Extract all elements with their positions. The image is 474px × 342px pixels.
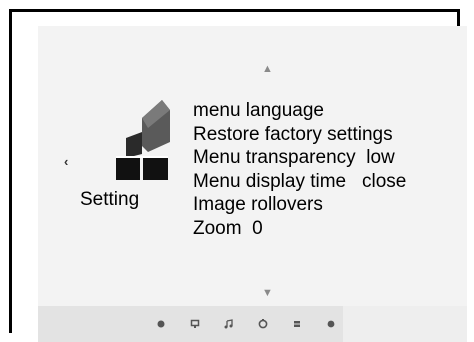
menu-item-value: close	[361, 170, 407, 192]
music-icon[interactable]	[223, 318, 235, 330]
menu-item-zoom[interactable]: Zoom 0	[193, 217, 406, 241]
menu-item-display-time[interactable]: Menu display time close	[193, 170, 406, 194]
menu-item-label: Menu display time	[193, 170, 347, 192]
menu-item-label: Image rollovers	[193, 194, 323, 215]
menu-item-label: menu language	[193, 100, 324, 121]
photo-icon[interactable]	[155, 318, 167, 330]
osd-screen: ▲ ‹ Setting menu language Restore factor…	[38, 26, 467, 342]
scroll-down-arrow-icon[interactable]: ▼	[262, 288, 273, 299]
video-icon[interactable]	[189, 318, 201, 330]
scroll-up-arrow-icon[interactable]: ▲	[262, 64, 273, 75]
menu-item-image-rollovers[interactable]: Image rollovers	[193, 193, 406, 217]
settings-menu: menu language Restore factory settings M…	[193, 99, 406, 240]
display-frame: ▲ ‹ Setting menu language Restore factor…	[9, 9, 467, 342]
nav-left-arrow-icon[interactable]: ‹	[64, 155, 68, 168]
clock-icon[interactable]	[257, 318, 269, 330]
menu-item-label: Zoom	[193, 217, 242, 239]
menu-item-language[interactable]: menu language	[193, 99, 406, 123]
menu-item-value: low	[366, 147, 395, 168]
menu-item-label: Restore factory settings	[193, 123, 393, 145]
setting-icon[interactable]	[325, 318, 337, 330]
menu-item-value: 0	[252, 217, 263, 239]
menu-item-transparency[interactable]: Menu transparency low	[193, 146, 406, 170]
menu-item-label: Menu transparency	[193, 147, 356, 168]
menu-item-restore-factory[interactable]: Restore factory settings	[193, 123, 406, 147]
setting-tiles-icon	[112, 96, 172, 182]
category-label: Setting	[80, 189, 140, 210]
text-icon[interactable]	[291, 318, 303, 330]
